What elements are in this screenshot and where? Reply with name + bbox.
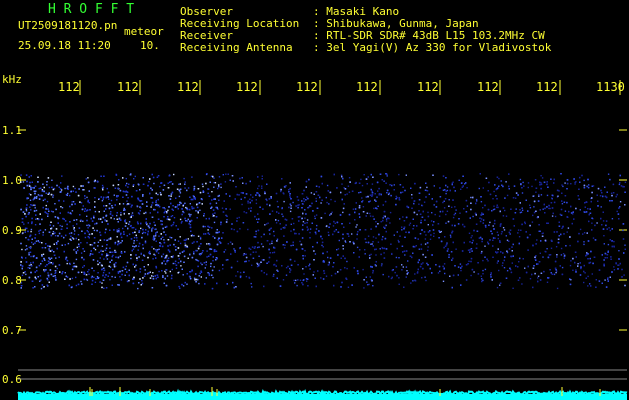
signal-noise	[20, 173, 627, 290]
spectrogram	[17, 80, 628, 400]
baseline-trace	[17, 387, 628, 400]
baseline-fill	[18, 394, 627, 400]
